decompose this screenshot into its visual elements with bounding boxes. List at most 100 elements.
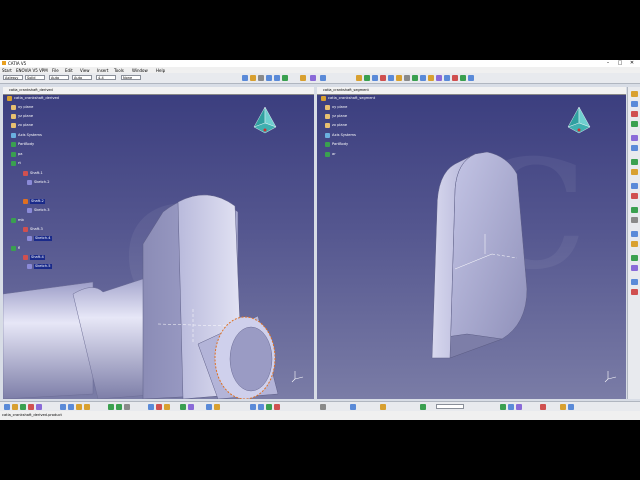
plane-icon	[11, 105, 16, 110]
swap-view-icon[interactable]	[156, 404, 162, 410]
compass-icon[interactable]	[248, 103, 282, 137]
surface-icon[interactable]	[258, 404, 264, 410]
chamfer-tool-icon[interactable]	[631, 193, 638, 199]
pocket-icon[interactable]	[372, 75, 378, 81]
style-select[interactable]: Solid	[25, 75, 45, 80]
normal-view-icon[interactable]	[282, 75, 288, 81]
update-icon[interactable]	[12, 404, 18, 410]
knowledge-icon[interactable]	[206, 404, 212, 410]
measure-icon[interactable]	[468, 75, 474, 81]
boolean-tool-icon[interactable]	[631, 255, 638, 261]
draft-tool-icon[interactable]	[631, 207, 638, 213]
body-icon	[325, 152, 330, 157]
translate-icon[interactable]	[108, 404, 114, 410]
redo-icon[interactable]	[84, 404, 90, 410]
pattern-icon[interactable]	[460, 75, 466, 81]
material-icon[interactable]	[180, 404, 186, 410]
render-icon[interactable]	[164, 404, 170, 410]
command-input[interactable]	[436, 404, 464, 409]
apply-icon[interactable]	[500, 404, 506, 410]
pattern-tool-icon[interactable]	[631, 241, 638, 247]
iso-view-icon[interactable]	[300, 75, 306, 81]
split-icon[interactable]	[320, 404, 326, 410]
chamfer-icon[interactable]	[428, 75, 434, 81]
point-tool-icon[interactable]	[36, 404, 42, 410]
pad-icon[interactable]	[364, 75, 370, 81]
analysis-tool-icon[interactable]	[631, 265, 638, 271]
video-icon[interactable]	[516, 404, 522, 410]
right-viewport[interactable]: catia_crankshaft_segment C catia_cranksh…	[317, 87, 626, 399]
slot-icon[interactable]	[412, 75, 418, 81]
close-button[interactable]: ✕	[626, 60, 638, 67]
axis-system-icon	[11, 133, 16, 138]
fillet-icon[interactable]	[420, 75, 426, 81]
rotate-icon[interactable]	[258, 75, 264, 81]
shaft-icon	[23, 255, 28, 260]
fly-mode-icon[interactable]	[148, 404, 154, 410]
scale-icon[interactable]	[124, 404, 130, 410]
paste-icon[interactable]	[68, 404, 74, 410]
info-icon[interactable]	[568, 404, 574, 410]
shading-icon[interactable]	[310, 75, 316, 81]
status-bar: catia_crankshaft_derived.product	[0, 411, 640, 420]
rib-tool-icon[interactable]	[631, 159, 638, 165]
point-select[interactable]: 4-4	[96, 75, 116, 80]
groove-icon[interactable]	[388, 75, 394, 81]
segment-model[interactable]	[317, 94, 626, 399]
line-weight-select[interactable]: Auto	[72, 75, 92, 80]
catalog-icon[interactable]	[188, 404, 194, 410]
groove-tool-icon[interactable]	[631, 135, 638, 141]
hole-tool-icon[interactable]	[631, 145, 638, 151]
mirror-tool-icon[interactable]	[631, 231, 638, 237]
sketcher-icon[interactable]	[356, 75, 362, 81]
crankshaft-model[interactable]	[3, 94, 314, 399]
fillet-tool-icon[interactable]	[631, 183, 638, 189]
help-icon[interactable]	[560, 404, 566, 410]
left-viewport[interactable]: catia_crankshaft_derived C	[3, 87, 314, 399]
fit-all-icon[interactable]	[242, 75, 248, 81]
slot-tool-icon[interactable]	[631, 169, 638, 175]
pad-tool-icon[interactable]	[631, 101, 638, 107]
shell-tool-icon[interactable]	[631, 217, 638, 223]
undo-icon[interactable]	[76, 404, 82, 410]
mirror-icon[interactable]	[452, 75, 458, 81]
sketch-icon	[27, 236, 32, 241]
compass-icon[interactable]	[562, 103, 596, 137]
copy-icon[interactable]	[60, 404, 66, 410]
rib-icon[interactable]	[404, 75, 410, 81]
rotate-tool-icon[interactable]	[116, 404, 122, 410]
layer-filter-select[interactable]: None	[121, 75, 141, 80]
layer-select[interactable]: Axlessy	[3, 75, 23, 80]
shaft-icon[interactable]	[380, 75, 386, 81]
minimize-button[interactable]: –	[602, 60, 614, 67]
thickness-icon[interactable]	[420, 404, 426, 410]
main-toolbar: Axlessy Solid Auto Auto 4-4 None	[0, 73, 640, 84]
offset-icon[interactable]	[380, 404, 386, 410]
zoom-out-icon[interactable]	[274, 75, 280, 81]
shell-icon[interactable]	[444, 75, 450, 81]
wireframe-icon[interactable]	[250, 404, 256, 410]
pan-icon[interactable]	[250, 75, 256, 81]
shaft-tool-icon[interactable]	[631, 111, 638, 117]
zoom-in-icon[interactable]	[266, 75, 272, 81]
stop-icon[interactable]	[540, 404, 546, 410]
extrude-icon[interactable]	[266, 404, 272, 410]
sketch-icon	[27, 180, 32, 185]
join-icon[interactable]	[350, 404, 356, 410]
measure-tool-icon[interactable]	[631, 279, 638, 285]
formula-icon[interactable]	[214, 404, 220, 410]
line-type-select[interactable]: Auto	[49, 75, 69, 80]
plane-tool-icon[interactable]	[20, 404, 26, 410]
constraint-tool-icon[interactable]	[631, 289, 638, 295]
hole-icon[interactable]	[396, 75, 402, 81]
maximize-button[interactable]: □	[614, 60, 626, 67]
line-tool-icon[interactable]	[28, 404, 34, 410]
title-bar: CATIA V5 – □ ✕	[0, 60, 640, 67]
hide-show-icon[interactable]	[320, 75, 326, 81]
revolve-icon[interactable]	[274, 404, 280, 410]
select-icon[interactable]	[4, 404, 10, 410]
draft-icon[interactable]	[436, 75, 442, 81]
sketch-tool-icon[interactable]	[631, 91, 638, 97]
pocket-tool-icon[interactable]	[631, 121, 638, 127]
snapshot-icon[interactable]	[508, 404, 514, 410]
